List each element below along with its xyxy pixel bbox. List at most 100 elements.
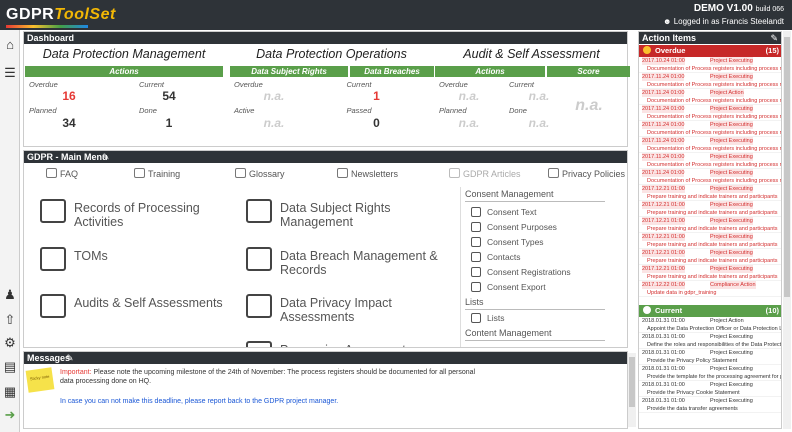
action-item-row[interactable]: 2017.12.21 01:00 Project Executing Prepare…	[639, 185, 781, 201]
users-icon[interactable]: ♟	[3, 288, 17, 302]
consent-purposes-icon	[471, 222, 481, 232]
action-text: Documentation of Process registers inclu…	[647, 130, 781, 136]
quick-link-privacy-policies[interactable]: Privacy Policies	[548, 168, 625, 180]
menu-item-audits[interactable]: Audits & Self Assessments	[74, 296, 234, 310]
cell-value[interactable]: 1	[337, 89, 417, 103]
lists-link[interactable]: Lists	[471, 313, 504, 323]
cell-value[interactable]: 34	[29, 116, 109, 130]
upload-icon[interactable]: ⇧	[3, 313, 17, 327]
action-item-row[interactable]: 2017.10.24 01:00 Project Executing Documen…	[639, 57, 781, 73]
settings-icon[interactable]: ⚙	[3, 336, 17, 350]
consent-label: Contacts	[487, 252, 521, 262]
cell-value[interactable]: 1	[129, 116, 209, 130]
action-text: Documentation of Process registers inclu…	[647, 66, 781, 72]
quick-link-training[interactable]: Training	[134, 168, 180, 180]
action-item-row[interactable]: 2017.11.24 01:00 Project Executing Documen…	[639, 121, 781, 137]
quick-link-faq[interactable]: FAQ	[46, 168, 78, 180]
main-menu-header: GDPR - Main Menu ✎	[24, 151, 627, 163]
action-group-overdue[interactable]: Overdue (15)	[639, 45, 781, 57]
logged-in-user[interactable]: ☻ Logged in as Francis Steelandt	[663, 17, 784, 26]
menu-item-breach[interactable]: Data Breach Management & Records	[280, 249, 458, 277]
user-icon: ☻	[663, 17, 672, 26]
cell-value[interactable]: n.a.	[234, 89, 314, 103]
action-text: Prepare training and indicate trainers a…	[647, 274, 778, 280]
consent-link[interactable]: Consent Registrations	[471, 267, 571, 277]
cell-label: Passed	[346, 106, 372, 115]
action-item-row[interactable]: 2017.11.24 01:00 Project Executing Documen…	[639, 153, 781, 169]
group-label: Overdue	[655, 46, 686, 55]
alert-icon	[643, 46, 651, 54]
action-status: Project Action	[710, 318, 744, 324]
page-scrollbar[interactable]	[783, 31, 791, 429]
cell-value[interactable]: n.a.	[439, 89, 499, 103]
action-item-row[interactable]: 2017.11.24 01:00 Project Executing Documen…	[639, 169, 781, 185]
message-note: In case you can not make this deadline, …	[60, 398, 339, 405]
action-item-row[interactable]: 2017.11.24 01:00 Project Executing Documen…	[639, 137, 781, 153]
divider	[465, 309, 605, 310]
cell-value[interactable]: n.a.	[509, 116, 569, 130]
action-date: 2017.11.24 01:00	[642, 169, 685, 177]
action-item-row[interactable]: 2017.11.24 01:00 Project Executing Documen…	[639, 73, 781, 89]
policies-icon	[548, 168, 559, 178]
consent-label: Consent Purposes	[487, 222, 557, 232]
action-item-row[interactable]: 2017.12.21 01:00 Project Executing Prepare…	[639, 233, 781, 249]
edit-icon[interactable]: ✎	[66, 352, 74, 364]
menu-item-agreements[interactable]: Processing Agreements	[280, 343, 458, 347]
cell-value[interactable]: 54	[129, 89, 209, 103]
action-date: 2017.11.24 01:00	[642, 73, 685, 81]
edit-icon[interactable]: ✎	[770, 32, 778, 44]
action-text: Prepare training and indicate trainers a…	[647, 258, 778, 264]
quick-link-label: FAQ	[60, 169, 79, 179]
cell-value[interactable]: n.a.	[439, 116, 499, 130]
dashboard-section: Audit & Self Assessment Actions Score Overd…	[434, 45, 630, 147]
quick-link-gdpr-articles[interactable]: GDPR Articles	[449, 168, 521, 180]
action-item-row[interactable]: 2017.12.21 01:00 Project Executing Prepare…	[639, 217, 781, 233]
database-icon[interactable]: ▤	[3, 360, 17, 374]
section-bar-actions: Actions	[25, 66, 223, 77]
action-item-row[interactable]: 2017.12.21 01:00 Project Executing Prepare…	[639, 265, 781, 281]
messages-header: Messages ✎	[24, 352, 627, 364]
menu-item-privacy[interactable]: Data Privacy Impact Assessments	[280, 296, 458, 324]
consent-link[interactable]: Consent Purposes	[471, 222, 557, 232]
action-text: Provide the data transfer agreements	[647, 406, 738, 412]
score-value[interactable]: n.a.	[559, 97, 619, 115]
action-status: Project Action	[710, 89, 744, 97]
cell-value[interactable]: 16	[29, 89, 109, 103]
edit-icon[interactable]: ✎	[102, 151, 110, 163]
action-item-row[interactable]: 2017.11.24 01:00 Project Action Documentat…	[639, 89, 781, 105]
cell-value[interactable]: 0	[337, 116, 417, 130]
messages-scrollbar[interactable]	[628, 353, 636, 427]
consent-link[interactable]: Contacts	[471, 252, 521, 262]
consent-link[interactable]: Consent Types	[471, 237, 544, 247]
table-icon[interactable]: ▦	[3, 385, 17, 399]
lists-label: Lists	[487, 313, 505, 323]
action-item-row[interactable]: 2018.01.31 01:00 Project Executing Define …	[639, 333, 781, 349]
consent-link[interactable]: Consent Export	[471, 282, 546, 292]
action-item-row[interactable]: 2017.11.24 01:00 Project Executing Documen…	[639, 105, 781, 121]
home-icon[interactable]: ⌂	[3, 38, 17, 52]
consent-link[interactable]: Consent Text	[471, 207, 536, 217]
action-item-row[interactable]: 2018.01.31 01:00 Project Executing Provide…	[639, 349, 781, 365]
quick-link-glossary[interactable]: Glossary	[235, 168, 285, 180]
action-item-row[interactable]: 2017.12.22 01:00 Compliance Action Update …	[639, 281, 781, 297]
action-date: 2017.12.22 01:00	[642, 281, 685, 289]
action-group-current[interactable]: Current (10)	[639, 305, 781, 317]
section-title: Data Protection Management	[42, 47, 206, 61]
list-icon[interactable]: ☰	[3, 66, 17, 80]
quick-link-label: Privacy Policies	[562, 169, 626, 179]
app-logo[interactable]: GDPRToolSet	[6, 6, 116, 28]
menu-item-subject[interactable]: Data Subject Rights Management	[280, 201, 458, 229]
action-item-row[interactable]: 2018.01.31 01:00 Project Executing Provide…	[639, 365, 781, 381]
menu-item-toms[interactable]: TOMs	[74, 249, 234, 263]
action-item-row[interactable]: 2018.01.31 01:00 Project Executing Provide…	[639, 397, 781, 413]
warning-icon	[246, 294, 272, 318]
action-item-row[interactable]: 2018.01.31 01:00 Project Executing Provide…	[639, 381, 781, 397]
menu-item-records[interactable]: Records of Processing Activities	[74, 201, 234, 229]
action-item-row[interactable]: 2017.12.21 01:00 Project Executing Prepare…	[639, 249, 781, 265]
action-status: Project Executing	[710, 73, 753, 81]
logout-icon[interactable]: ➜	[3, 408, 17, 422]
action-item-row[interactable]: 2017.12.21 01:00 Project Executing Prepare…	[639, 201, 781, 217]
cell-value[interactable]: n.a.	[234, 116, 314, 130]
quick-link-newsletters[interactable]: Newsletters	[337, 168, 398, 180]
action-item-row[interactable]: 2018.01.31 01:00 Project Action Appoint th…	[639, 317, 781, 333]
